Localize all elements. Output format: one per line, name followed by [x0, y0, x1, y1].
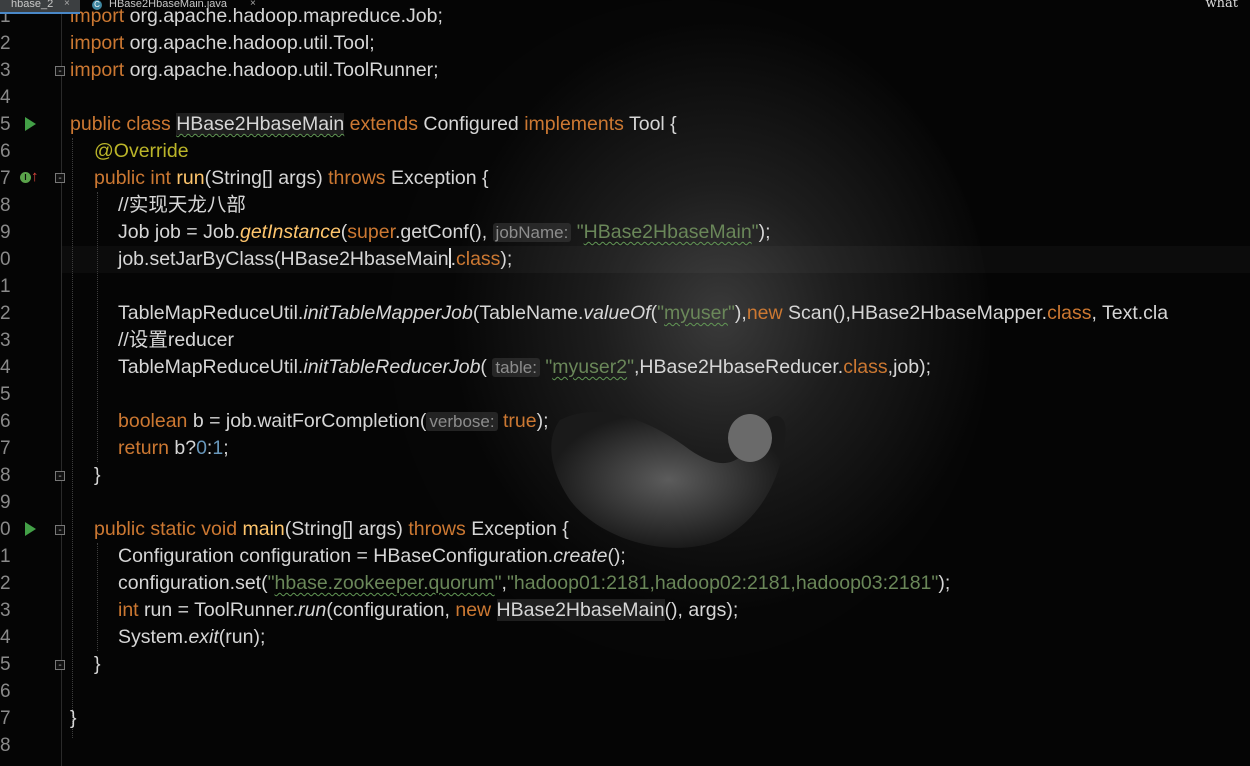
code-line-20: public static void main(String[] args) t… [94, 518, 569, 540]
tab-label: HBase2HbaseMain.java [109, 0, 228, 10]
line-number: 6 [0, 681, 11, 702]
close-icon[interactable]: × [250, 0, 256, 9]
line-number: 0 [0, 519, 11, 540]
run-main-icon[interactable] [25, 522, 36, 536]
code-line-8: //实现天龙八部 [118, 194, 246, 216]
code-line-3: import org.apache.hadoop.util.ToolRunner… [70, 59, 439, 81]
code-line-12: TableMapReduceUtil.initTableMapperJob(Ta… [118, 302, 1169, 324]
code-line-24: System.exit(run); [118, 626, 266, 648]
line-number: 7 [0, 168, 11, 189]
close-icon[interactable]: × [64, 0, 70, 9]
code-line-22: configuration.set("hbase.zookeeper.quoru… [118, 572, 951, 594]
line-number: 7 [0, 708, 11, 729]
code-line-9: Job job = Job.getInstance(super.getConf(… [118, 221, 771, 243]
line-number: 5 [0, 114, 11, 135]
fold-icon[interactable]: - [55, 660, 65, 671]
line-number: 9 [0, 492, 11, 513]
line-number: 2 [0, 573, 11, 594]
code-line-16: boolean b = job.waitForCompletion(verbos… [118, 410, 549, 432]
line-number: 8 [0, 465, 11, 486]
code-editor[interactable]: import org.apache.hadoop.mapreduce.Job; … [0, 0, 1250, 766]
code-line-6: @Override [94, 140, 189, 162]
indent-guide [97, 192, 98, 462]
editor-gutter: 1 2 3 4 5 6 7 8 9 0 1 2 3 4 5 6 7 8 9 0 … [0, 0, 65, 766]
line-number: 5 [0, 384, 11, 405]
fold-icon[interactable]: - [55, 173, 65, 184]
code-line-25: } [94, 653, 101, 675]
line-number: 1 [0, 276, 11, 297]
tab-hbase-2[interactable]: hbase_2 × [0, 0, 80, 14]
line-number: 2 [0, 303, 11, 324]
fold-icon[interactable]: - [55, 525, 65, 536]
overlay-text: what [1205, 0, 1238, 11]
line-number: 2 [0, 33, 11, 54]
fold-icon[interactable]: - [55, 66, 65, 77]
code-line-21: Configuration configuration = HBaseConfi… [118, 545, 626, 567]
fold-icon[interactable]: - [55, 471, 65, 482]
code-line-10: job.setJarByClass(HBase2HbaseMain .class)… [118, 248, 513, 270]
line-number: 4 [0, 627, 11, 648]
implements-method-icon[interactable]: I [20, 172, 31, 183]
tab-hbase2hbasemain-java[interactable]: C HBase2HbaseMain.java × [92, 0, 262, 12]
code-line-5: public class HBase2HbaseMain extends Con… [70, 113, 677, 135]
arrow-up-icon[interactable]: ↑ [31, 169, 39, 184]
run-class-icon[interactable] [25, 117, 36, 131]
line-number: 0 [0, 249, 11, 270]
code-line-17: return b?0:1; [118, 437, 229, 459]
line-number: 3 [0, 600, 11, 621]
gutter-divider [61, 0, 62, 766]
line-number: 6 [0, 141, 11, 162]
line-number: 5 [0, 654, 11, 675]
code-line-7: public int run(String[] args) throws Exc… [94, 167, 489, 189]
line-number: 4 [0, 357, 11, 378]
code-line-27: } [70, 707, 77, 729]
line-number: 1 [0, 546, 11, 567]
code-line-14: TableMapReduceUtil.initTableReducerJob( … [118, 356, 932, 378]
editor-tab-bar: hbase_2 × C HBase2HbaseMain.java × [0, 0, 1250, 14]
line-number: 8 [0, 195, 11, 216]
line-number: 3 [0, 330, 11, 351]
code-line-2: import org.apache.hadoop.util.Tool; [70, 32, 375, 54]
code-line-23: int run = ToolRunner.run(configuration, … [118, 599, 739, 621]
line-number: 6 [0, 411, 11, 432]
code-line-13: //设置reducer [118, 329, 234, 351]
line-number: 4 [0, 87, 11, 108]
line-number: 8 [0, 735, 11, 756]
code-line-18: } [94, 464, 101, 486]
indent-guide [97, 543, 98, 651]
line-number: 7 [0, 438, 11, 459]
line-number: 3 [0, 60, 11, 81]
java-class-icon: C [92, 0, 102, 10]
indent-guide [72, 138, 73, 738]
line-number: 9 [0, 222, 11, 243]
tab-label: hbase_2 [11, 0, 54, 10]
